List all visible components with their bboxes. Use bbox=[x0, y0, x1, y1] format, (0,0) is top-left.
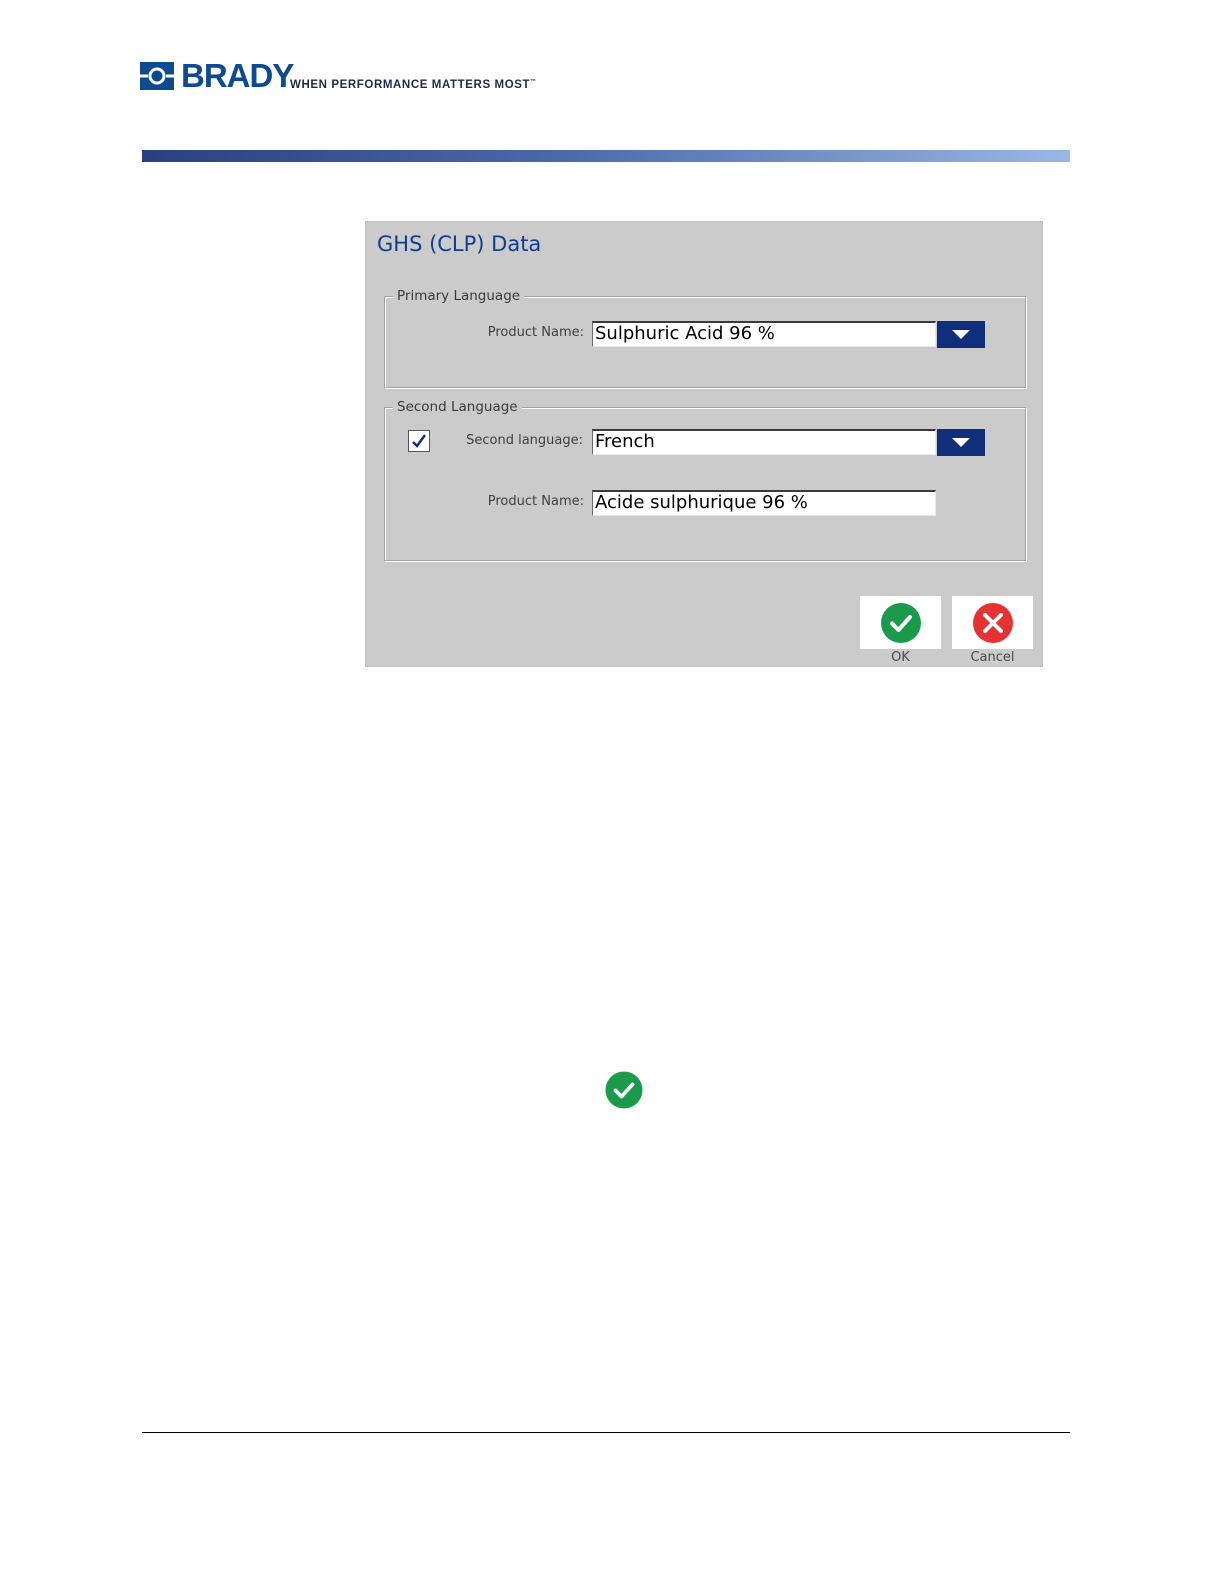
primary-product-name-dropdown-button[interactable] bbox=[937, 321, 985, 348]
footer-rule bbox=[142, 1432, 1070, 1433]
check-circle-icon bbox=[880, 602, 921, 643]
chevron-down-icon bbox=[952, 329, 970, 339]
second-product-name-field[interactable]: Acide sulphurique 96 % bbox=[592, 490, 936, 516]
dialog-title: GHS (CLP) Data bbox=[377, 232, 542, 256]
primary-language-legend: Primary Language bbox=[393, 288, 525, 304]
brand-name: BRADY bbox=[181, 57, 294, 94]
cancel-button[interactable] bbox=[952, 596, 1033, 649]
cancel-button-label: Cancel bbox=[970, 650, 1015, 665]
ghs-clp-data-dialog: GHS (CLP) Data Primary Language Product … bbox=[365, 221, 1043, 667]
primary-language-group: Primary Language Product Name: Sulphuric… bbox=[384, 288, 1026, 388]
second-language-select[interactable]: French bbox=[592, 429, 936, 455]
tagline-text: WHEN PERFORMANCE MATTERS MOST bbox=[290, 79, 531, 91]
chevron-down-icon bbox=[952, 437, 970, 447]
brand-tagline: WHEN PERFORMANCE MATTERS MOST™ bbox=[290, 79, 537, 91]
second-language-label: Second language: bbox=[466, 433, 583, 448]
second-language-dropdown-button[interactable] bbox=[937, 429, 985, 456]
second-language-legend: Second Language bbox=[393, 399, 522, 415]
second-language-group: Second Language Second language: French … bbox=[384, 399, 1026, 561]
trademark-symbol: ™ bbox=[530, 79, 537, 85]
x-circle-icon bbox=[972, 602, 1013, 643]
brady-logo-mark-icon bbox=[140, 62, 174, 90]
checkmark-icon bbox=[412, 434, 426, 448]
second-language-checkbox[interactable] bbox=[408, 430, 430, 452]
ok-button[interactable] bbox=[860, 596, 941, 649]
second-product-name-label: Product Name: bbox=[487, 494, 584, 509]
check-circle-icon bbox=[605, 1071, 643, 1109]
primary-product-name-label: Product Name: bbox=[487, 325, 584, 340]
brady-logo: BRADY WHEN PERFORMANCE MATTERS MOST™ bbox=[140, 57, 560, 96]
primary-product-name-field[interactable]: Sulphuric Acid 96 % bbox=[592, 321, 936, 347]
header-gradient-band bbox=[142, 150, 1070, 162]
ok-button-label: OK bbox=[891, 650, 910, 665]
